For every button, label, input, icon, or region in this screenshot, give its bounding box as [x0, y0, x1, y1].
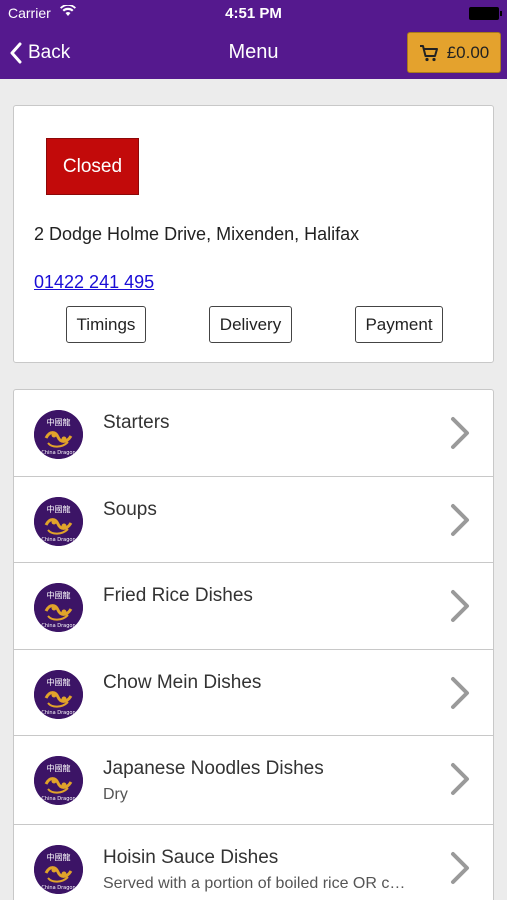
battery-icon [469, 7, 502, 20]
restaurant-logo-icon: 中國龍 China Dragon [34, 583, 83, 632]
category-name: Chow Mein Dishes [103, 671, 262, 693]
chevron-right-icon [449, 762, 471, 801]
chevron-right-icon [449, 416, 471, 455]
svg-text:中國龍: 中國龍 [47, 763, 71, 773]
svg-text:中國龍: 中國龍 [47, 417, 71, 427]
restaurant-address: 2 Dodge Holme Drive, Mixenden, Halifax [34, 224, 360, 244]
category-name: Hoisin Sauce Dishes [103, 847, 279, 868]
category-row[interactable]: 中國龍 China Dragon Chow Mein Dishes [14, 650, 493, 736]
category-subtitle: Dry [103, 786, 128, 803]
category-name: Japanese Noodles Dishes [103, 758, 324, 779]
chevron-right-icon [449, 676, 471, 715]
svg-text:China Dragon: China Dragon [41, 710, 75, 716]
category-row[interactable]: 中國龍 China Dragon Starters [14, 390, 493, 477]
svg-text:中國龍: 中國龍 [47, 677, 71, 687]
clock: 4:51 PM [225, 5, 282, 22]
svg-text:China Dragon: China Dragon [41, 450, 75, 456]
svg-text:中國龍: 中國龍 [47, 504, 71, 514]
phone-link[interactable]: 01422 241 495 [34, 272, 154, 293]
category-row[interactable]: 中國龍 China Dragon Hoisin Sauce Dishes Served… [14, 825, 493, 900]
category-name: Soups [103, 498, 157, 520]
svg-text:China Dragon: China Dragon [41, 796, 75, 802]
restaurant-logo-icon: 中國龍 China Dragon [34, 756, 83, 805]
svg-text:中國龍: 中國龍 [47, 852, 71, 862]
chevron-right-icon [449, 851, 471, 890]
chevron-right-icon [449, 589, 471, 628]
delivery-button[interactable]: Delivery [209, 306, 292, 343]
category-name: Fried Rice Dishes [103, 585, 253, 606]
category-name: Starters [103, 412, 170, 433]
cart-total: £0.00 [446, 42, 490, 62]
category-row[interactable]: 中國龍 China Dragon Japanese Noodles Dishes Dr… [14, 736, 493, 825]
cart-icon [419, 44, 438, 61]
restaurant-info-card: Closed 2 Dodge Holme Drive, Mixenden, Ha… [13, 105, 494, 363]
svg-text:China Dragon: China Dragon [41, 623, 75, 629]
status-badge: Closed [46, 138, 139, 195]
category-row[interactable]: 中國龍 China Dragon Fried Rice Dishes [14, 563, 493, 650]
restaurant-logo-icon: 中國龍 China Dragon [34, 410, 83, 459]
status-bar: Carrier 4:51 PM [0, 0, 507, 28]
category-row[interactable]: 中國龍 China Dragon Soups [14, 477, 493, 563]
timings-button[interactable]: Timings [66, 306, 146, 343]
cart-button[interactable]: £0.00 [407, 32, 501, 73]
restaurant-logo-icon: 中國龍 China Dragon [34, 496, 83, 546]
restaurant-logo-icon: 中國龍 China Dragon [34, 669, 83, 719]
restaurant-logo-icon: 中國龍 China Dragon [34, 845, 83, 894]
chevron-right-icon [449, 503, 471, 542]
svg-text:China Dragon: China Dragon [41, 885, 75, 891]
navigation-bar: Back Menu £0.00 [0, 28, 507, 79]
payment-button[interactable]: Payment [355, 306, 443, 343]
category-subtitle: Served with a portion of boiled rice OR … [103, 875, 406, 892]
category-list: 中國龍 China Dragon Starters 中國龍 China Dragon So… [13, 389, 494, 900]
svg-text:中國龍: 中國龍 [47, 590, 71, 600]
svg-text:China Dragon: China Dragon [41, 537, 75, 543]
